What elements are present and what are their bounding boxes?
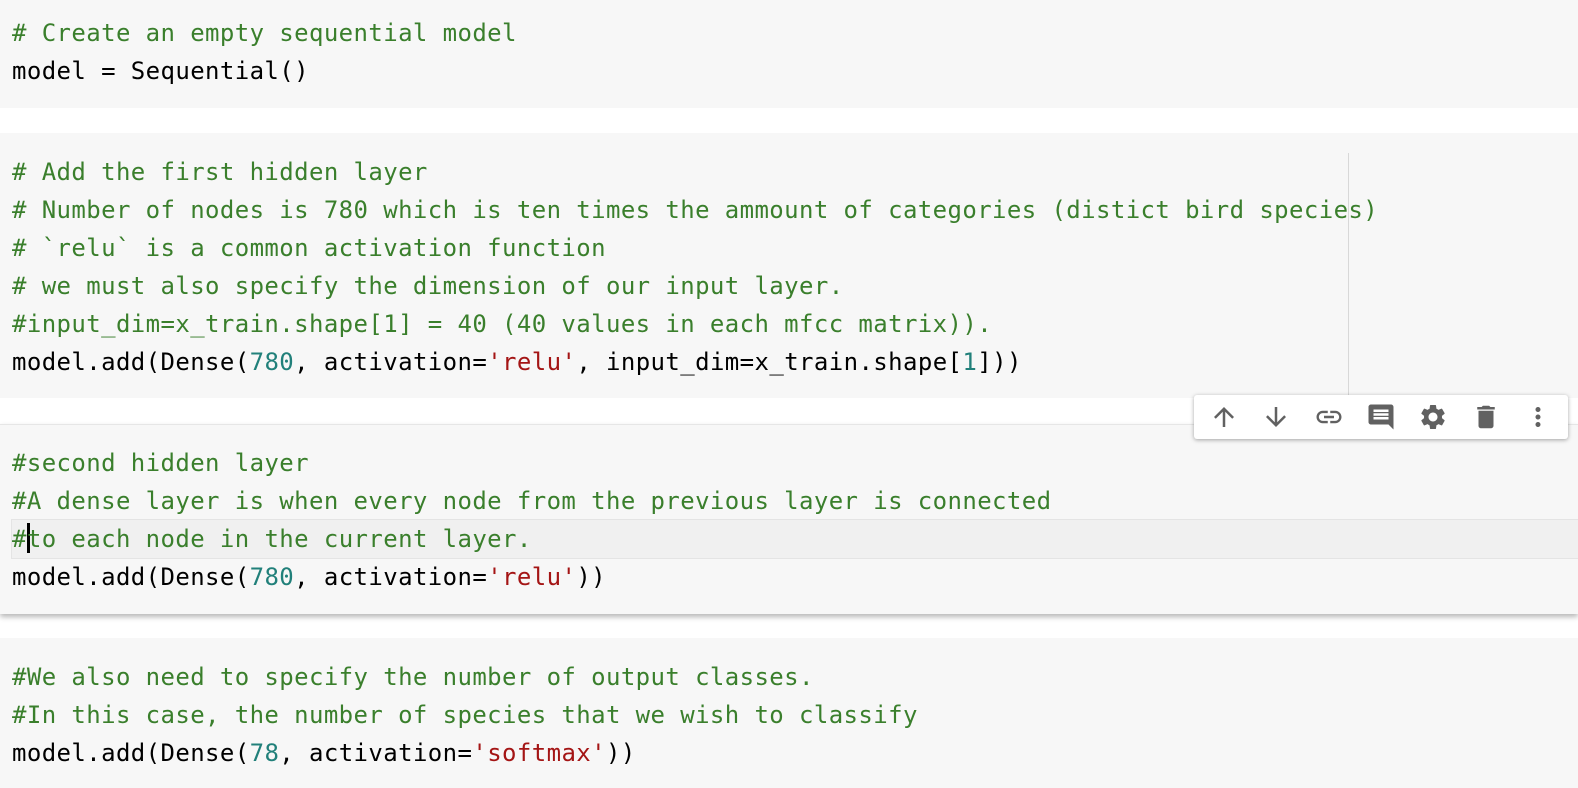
code-line[interactable]: model.add(Dense(780, activation='relu', … xyxy=(12,343,1378,381)
code-string: 'relu' xyxy=(487,348,577,376)
code-text: , input_dim=x_train.shape[ xyxy=(576,348,963,376)
code-line[interactable]: #input_dim=x_train.shape[1] = 40 (40 val… xyxy=(12,305,1378,343)
code-comment: to each node in the current layer. xyxy=(26,525,532,553)
code-line[interactable]: #In this case, the number of species tha… xyxy=(12,696,918,734)
trash-icon xyxy=(1476,405,1495,429)
code-comment: #In this case, the number of species tha… xyxy=(12,701,918,729)
move-cell-down-button[interactable] xyxy=(1254,397,1298,437)
code-text: )) xyxy=(606,739,636,767)
code-comment: # Create an empty sequential model xyxy=(12,19,517,47)
code-text: , activation= xyxy=(294,348,488,376)
code-number: 780 xyxy=(249,563,295,591)
code-comment: # xyxy=(12,525,27,553)
code-line[interactable]: # Create an empty sequential model xyxy=(12,14,517,52)
code-text: model.add(Dense( xyxy=(12,739,250,767)
arrow-up-icon xyxy=(1214,407,1235,427)
code-line[interactable]: # we must also specify the dimension of … xyxy=(12,267,1378,305)
code-line[interactable]: #A dense layer is when every node from t… xyxy=(12,482,1578,520)
code-text: model = Sequential() xyxy=(12,57,309,85)
code-comment: #We also need to specify the number of o… xyxy=(12,663,814,691)
link-icon xyxy=(1316,410,1342,424)
code-line[interactable]: # Add the first hidden layer xyxy=(12,153,1378,191)
code-line[interactable]: #We also need to specify the number of o… xyxy=(12,658,918,696)
code-cell-4[interactable]: #We also need to specify the number of o… xyxy=(0,638,1578,788)
link-to-cell-button[interactable] xyxy=(1307,397,1351,437)
move-cell-up-button[interactable] xyxy=(1202,397,1246,437)
code-comment: # we must also specify the dimension of … xyxy=(12,272,844,300)
code-line[interactable]: model.add(Dense(780, activation='relu')) xyxy=(12,558,1578,596)
code-text: , activation= xyxy=(279,739,473,767)
more-vert-icon xyxy=(1535,407,1541,427)
code-number: 780 xyxy=(249,348,295,376)
more-cell-actions-button[interactable] xyxy=(1516,397,1560,437)
code-line[interactable]: model.add(Dense(78, activation='softmax'… xyxy=(12,734,918,772)
code-number: 1 xyxy=(962,348,978,376)
code-editor[interactable]: #We also need to specify the number of o… xyxy=(12,658,918,772)
code-comment: #input_dim=x_train.shape[1] = 40 (40 val… xyxy=(12,310,993,338)
code-editor[interactable]: # Add the first hidden layer # Number of … xyxy=(12,153,1378,381)
code-line[interactable]: model = Sequential() xyxy=(12,52,517,90)
code-comment: #A dense layer is when every node from t… xyxy=(12,487,1052,515)
delete-cell-button[interactable] xyxy=(1464,397,1508,437)
code-text: )) xyxy=(576,563,607,591)
code-comment: # `relu` is a common activation function xyxy=(12,234,606,262)
code-line[interactable]: #to each node in the current layer. xyxy=(11,519,1578,559)
code-string: 'relu' xyxy=(487,563,577,591)
code-text: model.add(Dense( xyxy=(12,563,250,591)
line-length-ruler xyxy=(1348,153,1349,400)
code-editor[interactable]: #second hidden layer #A dense layer is wh… xyxy=(11,444,1578,596)
code-cell-2[interactable]: # Add the first hidden layer # Number of … xyxy=(0,133,1578,398)
code-text: model.add(Dense( xyxy=(12,348,250,376)
code-number: 78 xyxy=(249,739,280,767)
code-cell-3-active[interactable]: #second hidden layer #A dense layer is wh… xyxy=(0,424,1578,614)
code-line[interactable]: # `relu` is a common activation function xyxy=(12,229,1378,267)
code-text: ])) xyxy=(977,348,1022,376)
arrow-down-icon xyxy=(1266,407,1287,427)
cell-settings-button[interactable] xyxy=(1411,397,1455,437)
cell-toolbar xyxy=(1194,395,1568,439)
code-comment: # Number of nodes is 780 which is ten ti… xyxy=(12,196,1379,224)
code-comment: # Add the first hidden layer xyxy=(12,158,428,186)
gear-icon xyxy=(1421,405,1445,429)
comment-icon xyxy=(1368,404,1394,430)
add-comment-button[interactable] xyxy=(1359,397,1403,437)
code-string: 'softmax' xyxy=(472,739,606,767)
code-line[interactable]: # Number of nodes is 780 which is ten ti… xyxy=(12,191,1378,229)
code-comment: #second hidden layer xyxy=(12,449,309,477)
code-text: , activation= xyxy=(294,563,488,591)
code-cell-1[interactable]: # Create an empty sequential model model … xyxy=(0,0,1578,108)
code-editor[interactable]: # Create an empty sequential model model … xyxy=(12,14,517,90)
code-line[interactable]: #second hidden layer xyxy=(12,444,1578,482)
